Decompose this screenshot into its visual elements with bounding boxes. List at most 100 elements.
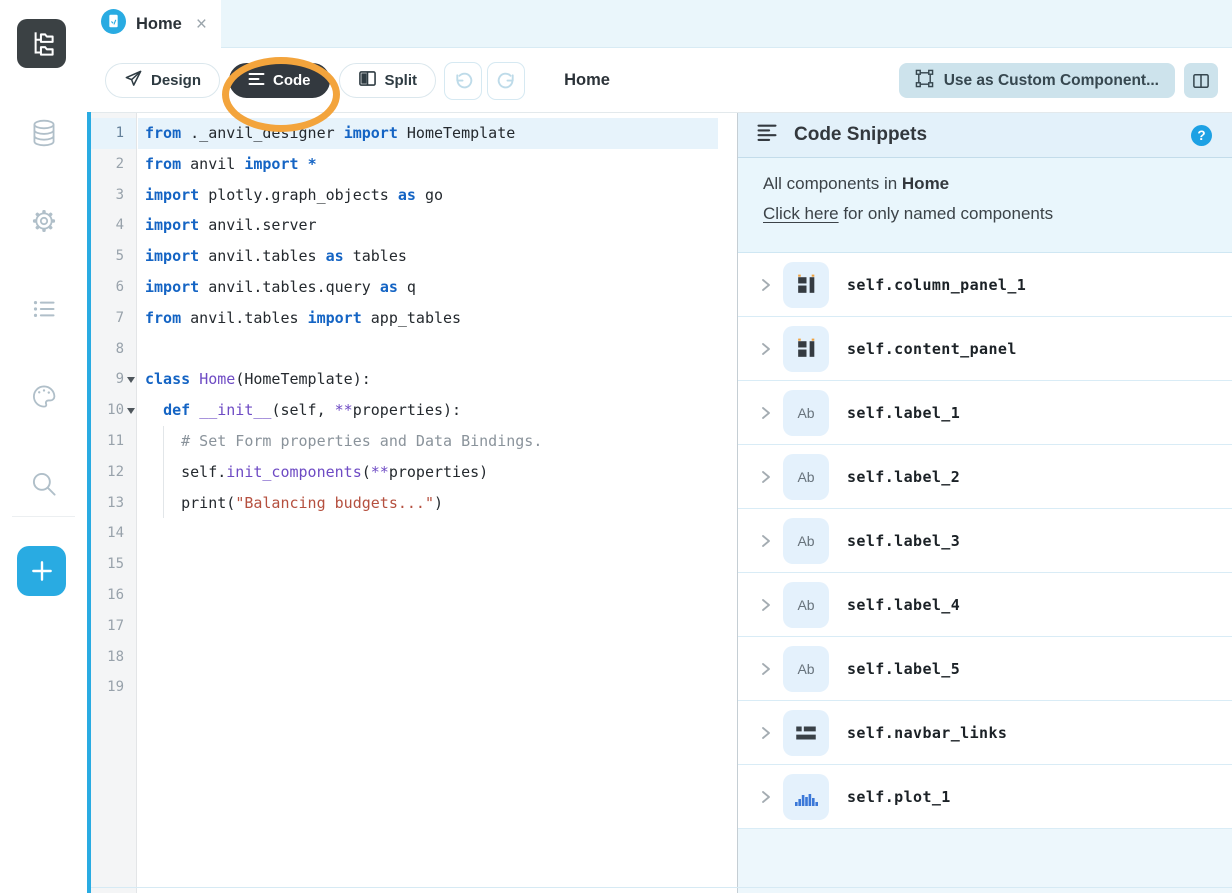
line-number: 12 [91, 457, 136, 488]
label-icon: Ab [783, 390, 829, 436]
chevron-right-icon[interactable] [758, 789, 774, 805]
line-number: 15 [91, 549, 136, 580]
code-line[interactable] [138, 549, 737, 580]
code-token [299, 155, 308, 173]
code-token: * [308, 155, 317, 173]
line-number: 13 [91, 488, 136, 519]
code-line[interactable]: self.init_components(**properties) [138, 457, 737, 488]
split-button[interactable]: Split [339, 63, 437, 98]
code-token: q [398, 278, 416, 296]
code-line[interactable] [138, 611, 737, 642]
all-components-text: All components in Home [763, 174, 1232, 194]
code-token: (self, [271, 401, 334, 419]
code-token: go [416, 186, 443, 204]
code-line[interactable]: class Home(HomeTemplate): [138, 364, 737, 395]
list-icon[interactable] [0, 279, 87, 339]
tab-title: Home [136, 15, 182, 34]
code-area[interactable]: from ._anvil_designer import HomeTemplat… [138, 113, 737, 893]
code-line[interactable]: import anvil.tables as tables [138, 241, 737, 272]
design-button[interactable]: Design [105, 63, 220, 98]
code-line[interactable]: from ._anvil_designer import HomeTemplat… [138, 118, 737, 149]
line-number: 10 [91, 395, 136, 426]
code-token: import [308, 309, 362, 327]
component-row[interactable]: self.navbar_links [738, 701, 1232, 765]
code-line[interactable] [138, 580, 737, 611]
theme-palette-icon[interactable] [0, 366, 87, 426]
code-line[interactable]: import anvil.server [138, 210, 737, 241]
add-icon[interactable] [17, 546, 66, 596]
undo-icon [453, 71, 474, 92]
app-logo-icon[interactable] [17, 19, 66, 68]
settings-gear-icon[interactable] [0, 191, 87, 251]
code-line[interactable] [138, 642, 737, 673]
component-name: self.label_4 [847, 596, 960, 614]
code-token: as [398, 186, 416, 204]
line-number: 5 [91, 241, 136, 272]
code-line[interactable]: def __init__(self, **properties): [138, 395, 737, 426]
component-row[interactable]: Abself.label_4 [738, 573, 1232, 637]
line-number: 3 [91, 180, 136, 211]
code-line[interactable]: # Set Form properties and Data Bindings. [138, 426, 737, 457]
search-icon[interactable] [0, 454, 87, 514]
chevron-right-icon[interactable] [758, 661, 774, 677]
code-button[interactable]: Code [229, 63, 330, 98]
use-as-custom-component-button[interactable]: Use as Custom Component... [899, 63, 1175, 98]
code-line[interactable]: from anvil import * [138, 149, 737, 180]
code-line[interactable]: from anvil.tables import app_tables [138, 303, 737, 334]
code-token: properties) [389, 463, 488, 481]
split-panel-icon [1192, 73, 1210, 89]
help-icon[interactable]: ? [1191, 125, 1212, 146]
code-line[interactable] [138, 672, 737, 703]
code-token: as [380, 278, 398, 296]
code-line[interactable] [138, 518, 737, 549]
component-row[interactable]: Abself.label_2 [738, 445, 1232, 509]
database-icon[interactable] [0, 103, 87, 163]
code-token [190, 370, 199, 388]
code-token: ( [362, 463, 371, 481]
code-token: import [344, 124, 398, 142]
code-line[interactable]: import plotly.graph_objects as go [138, 180, 737, 211]
line-number: 11 [91, 426, 136, 457]
fold-caret-icon[interactable] [127, 377, 135, 383]
fold-caret-icon[interactable] [127, 408, 135, 414]
code-token: # Set Form properties and Data Bindings. [145, 432, 542, 450]
sidebar [0, 0, 87, 893]
anvil-ide-window: Home × Design Code [0, 0, 1232, 893]
component-row[interactable]: Abself.label_3 [738, 509, 1232, 573]
chevron-right-icon[interactable] [758, 725, 774, 741]
code-token: class [145, 370, 190, 388]
tab-home[interactable]: Home × [96, 0, 221, 48]
click-here-link[interactable]: Click here [763, 204, 839, 223]
code-token: from [145, 124, 181, 142]
component-row[interactable]: self.column_panel_1 [738, 253, 1232, 317]
line-number: 6 [91, 272, 136, 303]
code-line[interactable]: import anvil.tables.query as q [138, 272, 737, 303]
code-line[interactable]: print("Balancing budgets...") [138, 488, 737, 519]
paper-plane-icon [124, 69, 143, 92]
component-row[interactable]: Abself.label_5 [738, 637, 1232, 701]
code-lines-icon [248, 72, 265, 90]
snippet-lines-icon [756, 123, 778, 147]
chevron-right-icon[interactable] [758, 469, 774, 485]
chevron-right-icon[interactable] [758, 277, 774, 293]
component-row[interactable]: self.content_panel [738, 317, 1232, 381]
view-switcher: Design Code Split [105, 63, 436, 98]
sidebar-divider [12, 516, 75, 517]
code-token: HomeTemplate [398, 124, 515, 142]
component-row[interactable]: Abself.label_1 [738, 381, 1232, 445]
line-number: 17 [91, 611, 136, 642]
undo-button[interactable] [444, 62, 482, 100]
line-number: 9 [91, 364, 136, 395]
component-row[interactable]: self.plot_1 [738, 765, 1232, 829]
code-line[interactable] [138, 334, 737, 365]
panel-toggle-button[interactable] [1184, 63, 1218, 98]
chevron-right-icon[interactable] [758, 341, 774, 357]
component-name: self.navbar_links [847, 724, 1007, 742]
code-editor[interactable]: 12345678910111213141516171819 from ._anv… [91, 113, 737, 893]
close-icon[interactable]: × [196, 15, 207, 34]
code-token [145, 401, 163, 419]
chevron-right-icon[interactable] [758, 405, 774, 421]
chevron-right-icon[interactable] [758, 533, 774, 549]
component-name: self.column_panel_1 [847, 276, 1026, 294]
chevron-right-icon[interactable] [758, 597, 774, 613]
